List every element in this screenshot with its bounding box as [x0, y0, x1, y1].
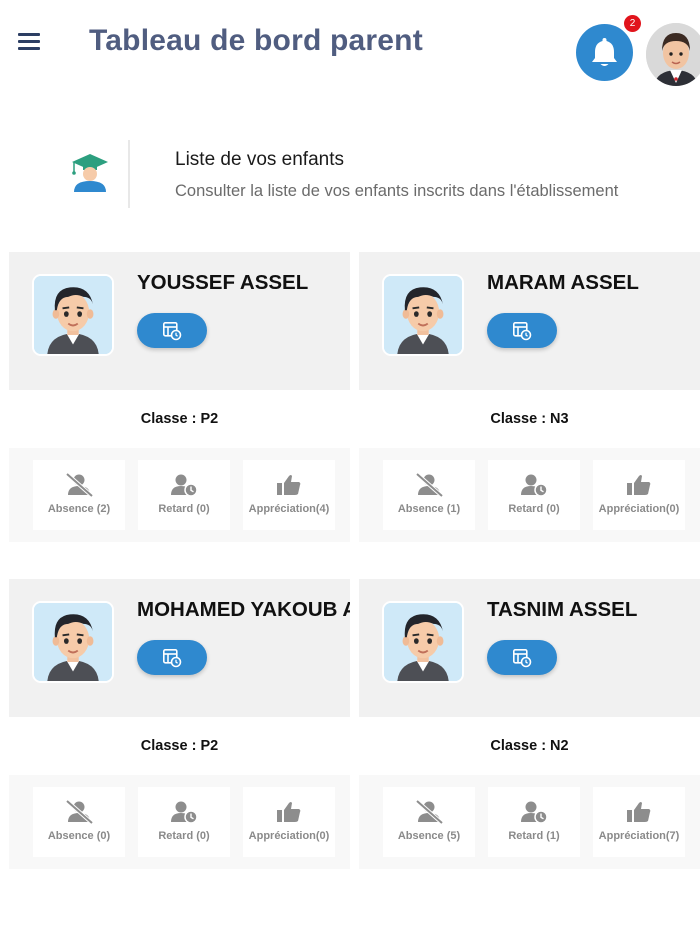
thumbs-up-icon [627, 475, 651, 495]
child-photo [382, 601, 464, 683]
absence-label: Absence (2) [47, 503, 111, 515]
absence-icon [416, 473, 443, 497]
retard-stat[interactable]: Retard (0) [138, 460, 230, 530]
schedule-icon [513, 649, 532, 668]
child-class: Classe : P2 [140, 738, 219, 754]
thumbs-up-icon [277, 475, 301, 495]
child-name: MOHAMED YAKOUB ASSEL [137, 598, 350, 621]
retard-stat[interactable]: Retard (1) [488, 787, 580, 857]
child-stats: Absence (2) Retard (0) Appréciation(4) [9, 448, 350, 542]
child-name: TASNIM ASSEL [487, 598, 638, 621]
thumbs-up-icon [627, 802, 651, 822]
absence-label: Absence (5) [397, 830, 461, 842]
child-name: MARAM ASSEL [487, 271, 639, 294]
absence-icon [416, 800, 443, 824]
retard-label: Retard (1) [508, 830, 560, 842]
section-subtitle: Consulter la liste de vos enfants inscri… [175, 182, 619, 200]
schedule-button[interactable] [487, 313, 557, 348]
child-stats: Absence (5) Retard (1) Appréciation(7) [359, 775, 700, 869]
appreciation-stat[interactable]: Appréciation(4) [243, 460, 335, 530]
hamburger-icon[interactable] [18, 33, 40, 51]
child-card[interactable]: MARAM ASSEL [359, 252, 700, 390]
schedule-icon [163, 322, 182, 341]
retard-label: Retard (0) [158, 503, 210, 515]
child-card[interactable]: YOUSSEF ASSEL [9, 252, 350, 390]
absence-stat[interactable]: Absence (5) [383, 787, 475, 857]
absence-stat[interactable]: Absence (1) [383, 460, 475, 530]
schedule-icon [513, 322, 532, 341]
notification-button[interactable] [576, 24, 633, 81]
absence-icon [66, 800, 93, 824]
child-photo [32, 274, 114, 356]
absence-label: Absence (0) [47, 830, 111, 842]
absence-icon [66, 473, 93, 497]
section-title: Liste de vos enfants [175, 149, 344, 170]
appreciation-label: Appréciation(7) [598, 830, 680, 842]
user-avatar[interactable] [646, 23, 700, 86]
child-card[interactable]: MOHAMED YAKOUB ASSEL [9, 579, 350, 717]
child-class: Classe : P2 [140, 411, 219, 427]
child-photo [382, 274, 464, 356]
late-clock-icon [171, 473, 198, 497]
absence-label: Absence (1) [397, 503, 461, 515]
child-card[interactable]: TASNIM ASSEL [359, 579, 700, 717]
appreciation-stat[interactable]: Appréciation(0) [243, 787, 335, 857]
retard-stat[interactable]: Retard (0) [138, 787, 230, 857]
late-clock-icon [521, 473, 548, 497]
schedule-button[interactable] [137, 313, 207, 348]
late-clock-icon [171, 800, 198, 824]
retard-stat[interactable]: Retard (0) [488, 460, 580, 530]
schedule-icon [163, 649, 182, 668]
absence-stat[interactable]: Absence (2) [33, 460, 125, 530]
retard-label: Retard (0) [158, 830, 210, 842]
child-class: Classe : N3 [490, 411, 569, 427]
late-clock-icon [521, 800, 548, 824]
schedule-button[interactable] [137, 640, 207, 675]
notification-badge: 2 [624, 15, 641, 32]
child-name: YOUSSEF ASSEL [137, 271, 309, 294]
bell-icon [592, 38, 617, 66]
schedule-button[interactable] [487, 640, 557, 675]
child-stats: Absence (1) Retard (0) Appréciation(0) [359, 448, 700, 542]
appreciation-label: Appréciation(0) [598, 503, 680, 515]
page-title: Tableau de bord parent [89, 24, 423, 57]
appreciation-label: Appréciation(4) [248, 503, 330, 515]
appreciation-stat[interactable]: Appréciation(7) [593, 787, 685, 857]
thumbs-up-icon [277, 802, 301, 822]
app-header: Tableau de bord parent 2 [0, 0, 700, 90]
child-class: Classe : N2 [490, 738, 569, 754]
graduate-student-icon [60, 140, 130, 208]
child-stats: Absence (0) Retard (0) Appréciation(0) [9, 775, 350, 869]
child-photo [32, 601, 114, 683]
absence-stat[interactable]: Absence (0) [33, 787, 125, 857]
appreciation-stat[interactable]: Appréciation(0) [593, 460, 685, 530]
appreciation-label: Appréciation(0) [248, 830, 330, 842]
retard-label: Retard (0) [508, 503, 560, 515]
